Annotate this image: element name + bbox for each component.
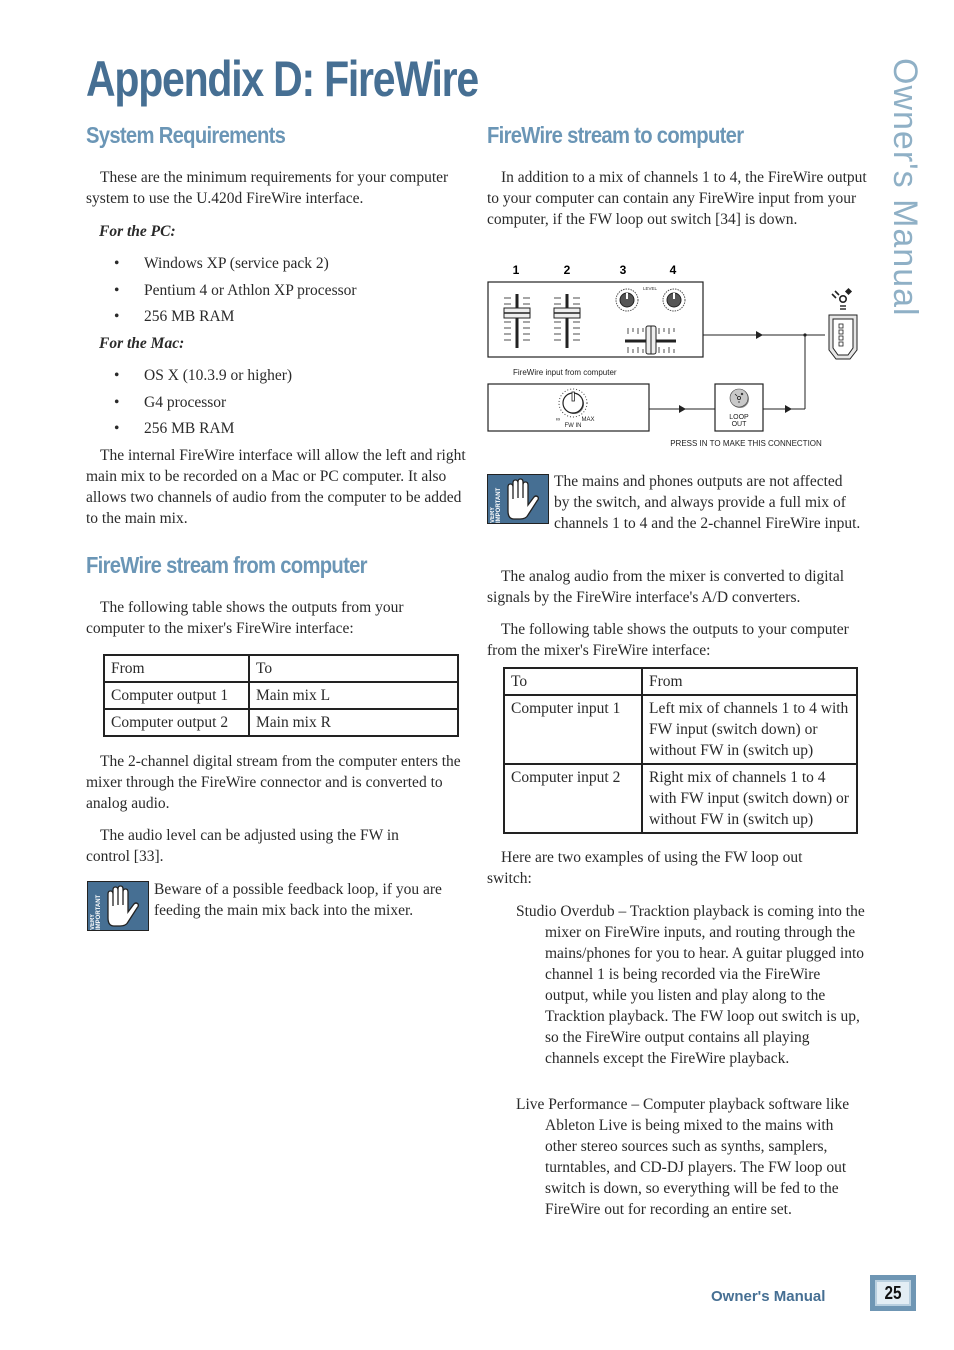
loop-out-diagram: 1 2 3 4 LEVEL FireWire input from comput… <box>480 258 860 457</box>
level-knob-channel-3 <box>615 288 639 312</box>
list-item: 256 MB RAM <box>100 418 292 445</box>
table-row: Computer output 1 Main mix L <box>103 681 459 710</box>
table-header: From <box>103 654 250 683</box>
very-important-hand-icon: VERY IMPORTANT <box>87 881 149 931</box>
requirements-closing: The internal FireWire interface will all… <box>86 447 466 527</box>
feedback-note: Beware of a possible feedback loop, if y… <box>154 881 442 919</box>
page-title: Appendix D: FireWire <box>86 51 479 107</box>
table-cell: Computer output 2 <box>103 708 250 737</box>
table-cell: Main mix R <box>248 708 459 737</box>
table-cell: Main mix L <box>248 681 459 710</box>
table-header-row: From To <box>103 654 459 683</box>
footer-label: Owner's Manual <box>711 1288 826 1305</box>
system-requirements-heading: System Requirements <box>86 122 286 148</box>
list-item: G4 processor <box>100 392 292 419</box>
mac-requirements-list: OS X (10.3.9 or higher) G4 processor 256… <box>100 365 292 445</box>
loop-label: LOOP <box>729 414 749 421</box>
diagram-caption: PRESS IN TO MAKE THIS CONNECTION <box>670 439 822 448</box>
table-cell: Computer output 1 <box>103 681 250 710</box>
examples-intro: Here are two examples of using the FW lo… <box>487 849 803 887</box>
firewire-port-icon <box>828 314 858 360</box>
hand-icon <box>107 885 139 927</box>
example-text: Studio Overdub – Tracktion playback is c… <box>516 903 865 1067</box>
table-cell: Right mix of channels 1 to 4 with FW inp… <box>641 763 858 834</box>
list-item: Windows XP (service pack 2) <box>100 253 357 280</box>
table-cell: Left mix of channels 1 to 4 with FW inpu… <box>641 694 858 765</box>
page-number: 25 <box>884 1282 902 1303</box>
mac-label: For the Mac: <box>99 335 185 352</box>
example-live-performance: Live Performance – Computer playback sof… <box>516 1094 866 1220</box>
list-item: 256 MB RAM <box>100 306 357 333</box>
stream-from-para-2: The audio level can be adjusted using th… <box>86 827 399 865</box>
firewire-input-label: FireWire input from computer <box>513 368 617 377</box>
mains-note-text: The mains and phones outputs are not aff… <box>554 473 861 532</box>
arrow-icon <box>756 331 763 339</box>
channel-label: 2 <box>564 263 571 277</box>
firewire-logo-icon <box>831 287 853 310</box>
channel-label: 4 <box>670 263 677 277</box>
channel-label: 3 <box>620 263 627 277</box>
mains-note: The mains and phones outputs are not aff… <box>487 471 861 534</box>
fw-in-label: FW IN <box>565 423 582 429</box>
table-header: To <box>503 667 643 696</box>
stream-to-para-2: The following table shows the outputs to… <box>487 621 849 659</box>
table-row: Computer input 2 Right mix of channels 1… <box>503 763 858 834</box>
side-label: Owner's Manual <box>886 58 924 317</box>
level-knob-channel-4 <box>662 288 686 312</box>
example-studio-overdub: Studio Overdub – Tracktion playback is c… <box>516 901 866 1069</box>
table-header-row: To From <box>503 667 858 696</box>
pc-label: For the PC: <box>99 223 176 240</box>
list-item: OS X (10.3.9 or higher) <box>100 365 292 392</box>
stream-from-intro: The following table shows the outputs fr… <box>86 599 404 637</box>
table-cell: Computer input 2 <box>503 763 643 834</box>
stream-from-para-1: The 2-channel digital stream from the co… <box>86 753 461 812</box>
signal-flow-diagram: 1 2 3 4 LEVEL FireWire input from comput… <box>487 263 858 448</box>
knob-max-label: MAX <box>581 417 594 423</box>
table-cell: Computer input 1 <box>503 694 643 765</box>
stream-to-para-1: The analog audio from the mixer is conve… <box>487 568 845 606</box>
knob-min-label: ∞ <box>556 417 560 423</box>
table-row: Computer input 1 Left mix of channels 1 … <box>503 694 858 765</box>
table-header: To <box>248 654 459 683</box>
table-header: From <box>641 667 858 696</box>
stream-from-table: From To Computer output 1 Main mix L Com… <box>103 654 459 737</box>
table-row: Computer output 2 Main mix R <box>103 708 459 737</box>
page-number-box: 25 <box>870 1275 916 1311</box>
requirements-intro: These are the minimum requirements for y… <box>86 169 449 207</box>
stream-to-intro: In addition to a mix of channels 1 to 4,… <box>487 169 867 228</box>
arrow-icon <box>785 405 792 413</box>
stream-from-heading: FireWire stream from computer <box>86 552 368 578</box>
example-text: Live Performance – Computer playback sof… <box>516 1096 850 1218</box>
channel-label: 1 <box>513 263 520 277</box>
out-label: OUT <box>732 421 748 428</box>
stream-to-table: To From Computer input 1 Left mix of cha… <box>503 667 858 834</box>
list-item: Pentium 4 or Athlon XP processor <box>100 280 357 307</box>
level-label: LEVEL <box>643 286 658 291</box>
arrow-icon <box>679 405 686 413</box>
stream-to-heading: FireWire stream to computer <box>487 122 744 148</box>
pc-requirements-list: Windows XP (service pack 2) Pentium 4 or… <box>100 253 357 333</box>
